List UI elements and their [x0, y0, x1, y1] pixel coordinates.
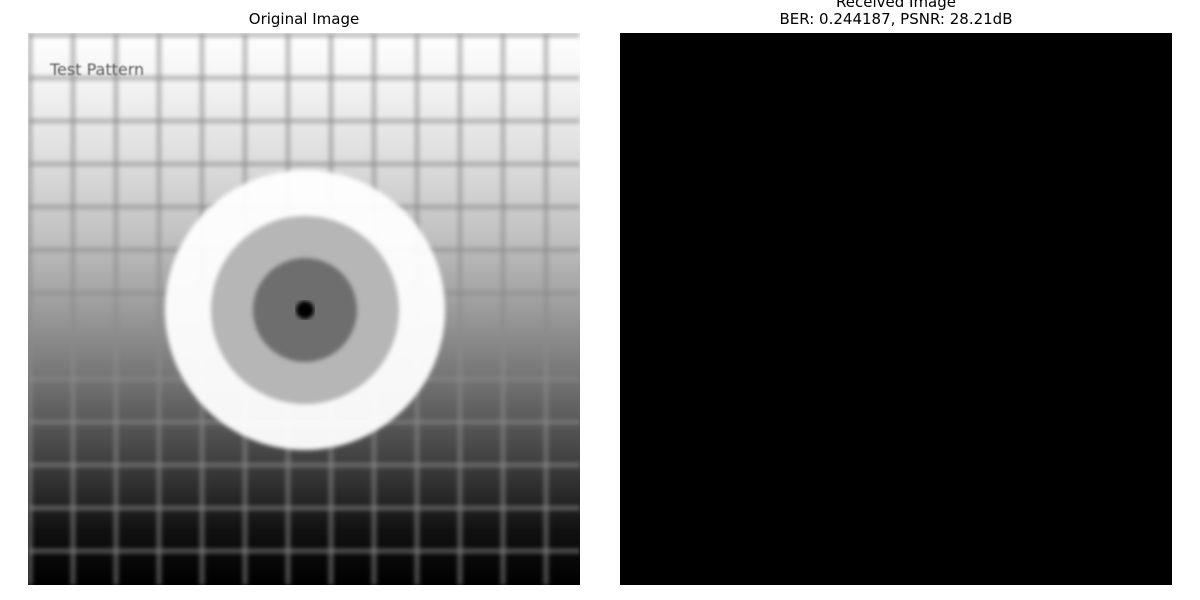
pattern-label: Test Pattern — [49, 60, 144, 79]
target-rings — [165, 170, 445, 450]
received-image-metrics: BER: 0.244187, PSNR: 28.21dB — [779, 10, 1013, 28]
received-image — [620, 33, 1172, 585]
original-image-panel: Test Pattern — [28, 33, 580, 585]
center-dot — [296, 301, 314, 319]
received-image-panel — [620, 33, 1172, 585]
original-image-title: Original Image — [248, 10, 360, 28]
received-image-title: Received Image BER: 0.244187, PSNR: 28.2… — [620, 0, 1172, 28]
original-image: Test Pattern — [28, 33, 580, 585]
